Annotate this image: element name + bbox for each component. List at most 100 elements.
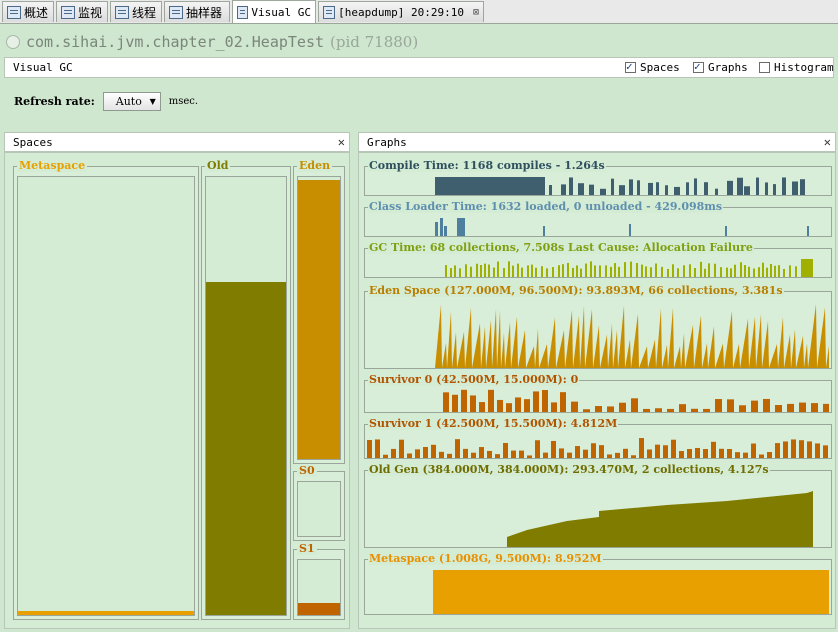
space-metaspace: Metaspace (13, 160, 199, 620)
spaces-checkbox[interactable]: Spaces (625, 60, 680, 74)
graph-bar (476, 263, 478, 277)
graph-area (600, 334, 608, 368)
process-name: com.sihai.jvm.chapter_02.HeapTest (26, 33, 325, 51)
graph-bar (571, 401, 578, 412)
checkbox-icon[interactable] (625, 60, 636, 73)
graph-bar (619, 402, 626, 412)
graph-bar (493, 267, 495, 277)
graph-bar (708, 263, 710, 277)
graph-bar (801, 259, 813, 277)
space-label: S0 (297, 464, 317, 477)
graph-bar (791, 439, 796, 458)
graph-bar (674, 186, 680, 195)
graphs-checkbox[interactable]: Graphs (693, 60, 748, 74)
sampler-icon (169, 5, 183, 19)
graph-bar (751, 443, 756, 458)
checkbox-icon[interactable] (693, 60, 704, 73)
graph-bar (695, 447, 700, 458)
graph-bar (773, 184, 776, 195)
graph-bar (789, 265, 791, 277)
graph-bar (727, 399, 734, 412)
graph-bar (527, 455, 532, 458)
graph-bar (795, 266, 797, 277)
space-fill (298, 179, 340, 459)
histogram-checkbox[interactable]: Histogram (759, 61, 834, 74)
graph-bar (497, 261, 499, 277)
graph-bar (457, 218, 465, 236)
graph-area (492, 309, 497, 368)
graph-bar (647, 449, 652, 458)
close-icon[interactable]: ⊠ (473, 7, 479, 18)
graph-bar (751, 400, 758, 412)
graph-area (817, 307, 826, 368)
graph-plot (435, 177, 805, 195)
tab-visual-gc[interactable]: Visual GC (232, 0, 316, 23)
graph-area (465, 307, 472, 368)
graph-bar (631, 398, 638, 412)
tab-threads[interactable]: 线程 (110, 1, 162, 22)
graph-bar (645, 266, 647, 277)
tab-label: [heapdump] 20:29:10 (338, 5, 464, 19)
process-pid: (pid 71880) (330, 33, 419, 51)
graph-bar (792, 181, 798, 195)
graph-bar (435, 222, 438, 236)
graph-bar (694, 178, 697, 195)
graph-bar (667, 268, 669, 277)
graph-area (715, 343, 724, 368)
refresh-rate-value: Auto (115, 94, 142, 108)
graph-area (694, 315, 702, 368)
graph-bar (727, 448, 732, 458)
close-icon[interactable]: ✕ (338, 135, 345, 149)
graph-bar (488, 264, 490, 277)
graph-bar (465, 264, 467, 277)
graph-bar (484, 263, 486, 277)
graph-bar (637, 180, 640, 195)
graph-bar (435, 177, 545, 195)
graph-bar (639, 438, 644, 458)
graph-bar (823, 445, 828, 458)
tab-heapdump[interactable]: [heapdump] 20:29:10 ⊠ (318, 1, 484, 22)
graph-bar (578, 183, 584, 195)
graph-area (681, 333, 685, 368)
graph-bar (576, 265, 578, 277)
graph-bar (624, 262, 626, 277)
graph-bar (739, 405, 746, 412)
graph-bar (580, 268, 582, 277)
graph-area (625, 339, 631, 368)
graph-bar (455, 439, 460, 458)
graph-bar (703, 408, 710, 412)
graph-bar (562, 264, 564, 277)
graph-bar (399, 439, 404, 458)
graph-bar (541, 266, 543, 277)
graph-area (613, 329, 618, 368)
graph-bar (656, 182, 659, 195)
graph-bar (542, 390, 548, 412)
tab-monitor[interactable]: 监视 (56, 1, 108, 22)
checkbox-icon[interactable] (759, 62, 770, 73)
graph-bar (815, 443, 820, 458)
refresh-rate-select[interactable]: Auto ▼ (102, 91, 161, 111)
graph-bar (655, 444, 660, 458)
graph-bar (753, 268, 755, 277)
graph-bar (783, 441, 788, 458)
graph-area (481, 326, 486, 368)
graph-bar (811, 403, 818, 412)
graph-bar (611, 178, 614, 195)
tab-overview[interactable]: 概述 (2, 1, 54, 22)
graph-bar (607, 454, 612, 458)
tab-sampler[interactable]: 抽样器 (164, 1, 230, 22)
close-icon[interactable]: ✕ (824, 135, 831, 149)
tab-label: Visual GC (251, 5, 311, 19)
graph-bar (799, 402, 806, 412)
graph-bar (551, 402, 557, 412)
refresh-rate-unit: msec. (168, 95, 199, 107)
graph-bar (623, 448, 628, 458)
graph-area (535, 328, 539, 368)
chevron-down-icon: ▼ (149, 96, 156, 106)
graph-bar (546, 268, 548, 277)
space-label: Eden (297, 159, 333, 172)
space-area (297, 481, 341, 537)
graph-bar (519, 450, 524, 458)
graph-bar (445, 265, 447, 277)
graph-bar (770, 264, 772, 277)
